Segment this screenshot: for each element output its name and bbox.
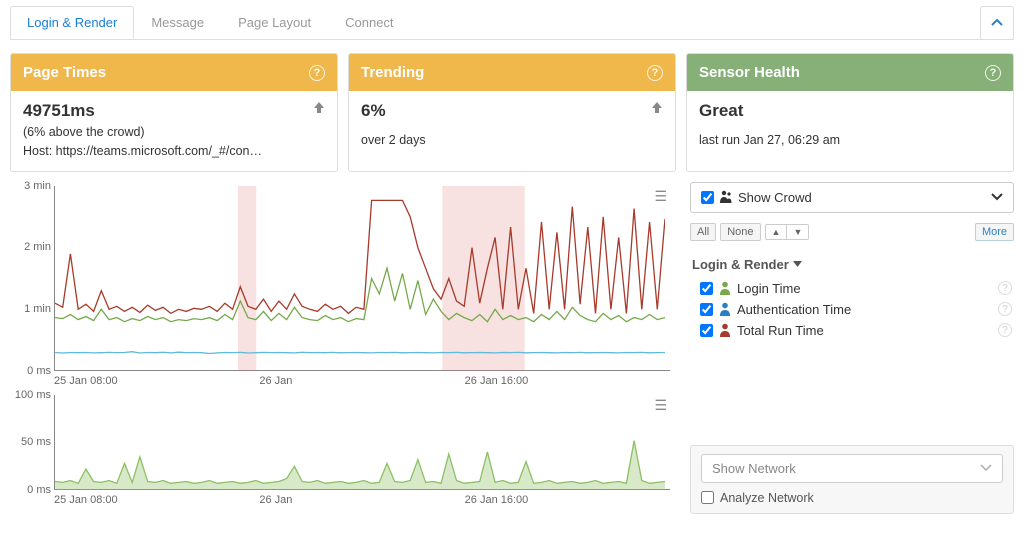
person-icon bbox=[719, 281, 731, 295]
y-tick: 0 ms bbox=[13, 365, 51, 377]
person-icon bbox=[719, 323, 731, 337]
show-crowd-select[interactable]: Show Crowd bbox=[690, 182, 1014, 213]
help-icon[interactable]: ? bbox=[309, 65, 325, 81]
tab-message[interactable]: Message bbox=[134, 6, 221, 39]
card-sensor-header: Sensor Health ? bbox=[687, 54, 1013, 91]
show-network-label: Show Network bbox=[712, 461, 796, 476]
tab-connect[interactable]: Connect bbox=[328, 6, 410, 39]
card-sensor-title: Sensor Health bbox=[699, 64, 800, 81]
chart-svg bbox=[55, 186, 665, 371]
card-sensor-body: Great last run Jan 27, 06:29 am bbox=[687, 91, 1013, 160]
card-page-times-header: Page Times ? bbox=[11, 54, 337, 91]
legend-label: Total Run Time bbox=[737, 323, 824, 338]
chart-svg bbox=[55, 395, 665, 490]
card-page-times: Page Times ? 49751ms (6% above the crowd… bbox=[10, 53, 338, 172]
trending-metric: 6% bbox=[361, 101, 663, 121]
x-tick: 26 Jan bbox=[259, 375, 464, 387]
tab-underline bbox=[10, 39, 1014, 40]
chart: 0 ms1 min2 min3 min☰ bbox=[54, 186, 670, 371]
page-times-host: Host: https://teams.microsoft.com/_#/con… bbox=[23, 142, 325, 161]
analyze-network-label: Analyze Network bbox=[720, 491, 814, 505]
chevron-down-icon bbox=[991, 193, 1003, 201]
more-button[interactable]: More bbox=[975, 223, 1014, 241]
card-trending-title: Trending bbox=[361, 64, 424, 81]
page-times-crowd: (6% above the crowd) bbox=[23, 123, 325, 142]
charts-column: 0 ms1 min2 min3 min☰25 Jan 08:0026 Jan26… bbox=[10, 182, 680, 514]
tabs: Login & Render Message Page Layout Conne… bbox=[10, 6, 411, 40]
help-icon[interactable]: ? bbox=[985, 65, 1001, 81]
x-tick: 26 Jan 16:00 bbox=[465, 375, 670, 387]
chart-main-wrap: 0 ms1 min2 min3 min☰ 25 Jan 08:0026 Jan26… bbox=[10, 186, 680, 387]
filter-none-button[interactable]: None bbox=[720, 223, 760, 241]
top-bar: Login & Render Message Page Layout Conne… bbox=[0, 0, 1024, 40]
legend-checkbox[interactable] bbox=[700, 303, 713, 316]
tab-page-layout[interactable]: Page Layout bbox=[221, 6, 328, 39]
card-page-times-body: 49751ms (6% above the crowd) Host: https… bbox=[11, 91, 337, 171]
y-tick: 1 min bbox=[13, 303, 51, 315]
arrow-up-icon[interactable] bbox=[651, 101, 663, 116]
legend-item[interactable]: Total Run Time? bbox=[690, 320, 1014, 341]
person-icon bbox=[719, 302, 731, 316]
legend-checkbox[interactable] bbox=[700, 324, 713, 337]
nav-arrows: ▲ ▼ bbox=[765, 224, 810, 240]
legend-panel: Login & Render Login Time?Authentication… bbox=[690, 251, 1014, 341]
chart-network-wrap: 0 ms50 ms100 ms☰ 25 Jan 08:0026 Jan26 Jan… bbox=[10, 395, 680, 506]
x-tick: 25 Jan 08:00 bbox=[54, 375, 259, 387]
legend-group-label: Login & Render bbox=[692, 257, 789, 272]
sensor-metric: Great bbox=[699, 101, 1001, 121]
sensor-lastrun: last run Jan 27, 06:29 am bbox=[699, 131, 1001, 150]
y-tick: 50 ms bbox=[13, 436, 51, 448]
card-page-times-title: Page Times bbox=[23, 64, 106, 81]
y-tick: 2 min bbox=[13, 241, 51, 253]
nav-up-button[interactable]: ▲ bbox=[766, 225, 788, 239]
legend-item[interactable]: Authentication Time? bbox=[690, 299, 1014, 320]
chart: 0 ms50 ms100 ms☰ bbox=[54, 395, 670, 490]
legend-checkbox[interactable] bbox=[700, 282, 713, 295]
y-tick: 3 min bbox=[13, 180, 51, 192]
tab-login-render[interactable]: Login & Render bbox=[10, 6, 134, 39]
show-crowd-label: Show Crowd bbox=[738, 190, 812, 205]
chevron-up-icon bbox=[991, 19, 1003, 27]
nav-down-button[interactable]: ▼ bbox=[787, 225, 808, 239]
legend-label: Authentication Time bbox=[737, 302, 851, 317]
legend-items: Login Time?Authentication Time?Total Run… bbox=[690, 278, 1014, 341]
chart-menu-icon[interactable]: ☰ bbox=[654, 188, 666, 205]
trending-period: over 2 days bbox=[361, 131, 663, 150]
analyze-network-checkbox[interactable] bbox=[701, 491, 714, 504]
x-tick: 25 Jan 08:00 bbox=[54, 494, 259, 506]
card-trending-header: Trending ? bbox=[349, 54, 675, 91]
caret-down-icon bbox=[793, 261, 802, 267]
x-ticks: 25 Jan 08:0026 Jan26 Jan 16:00 bbox=[54, 494, 670, 506]
cards-row: Page Times ? 49751ms (6% above the crowd… bbox=[0, 41, 1024, 182]
legend-item[interactable]: Login Time? bbox=[690, 278, 1014, 299]
filter-row: All None ▲ ▼ More bbox=[690, 223, 1014, 241]
legend-label: Login Time bbox=[737, 281, 801, 296]
show-crowd-checkbox[interactable] bbox=[701, 191, 714, 204]
y-tick: 0 ms bbox=[13, 484, 51, 496]
page-times-metric: 49751ms bbox=[23, 101, 325, 121]
card-sensor-health: Sensor Health ? Great last run Jan 27, 0… bbox=[686, 53, 1014, 172]
collapse-button[interactable] bbox=[980, 6, 1014, 40]
main-row: 0 ms1 min2 min3 min☰25 Jan 08:0026 Jan26… bbox=[0, 182, 1024, 524]
help-icon[interactable]: ? bbox=[998, 323, 1012, 337]
show-network-select[interactable]: Show Network bbox=[701, 454, 1003, 483]
y-tick: 100 ms bbox=[13, 389, 51, 401]
side-column: Show Crowd All None ▲ ▼ More Login & Ren… bbox=[690, 182, 1014, 514]
crowd-icon bbox=[720, 190, 732, 204]
x-ticks: 25 Jan 08:0026 Jan26 Jan 16:00 bbox=[54, 375, 670, 387]
help-icon[interactable]: ? bbox=[998, 302, 1012, 316]
help-icon[interactable]: ? bbox=[647, 65, 663, 81]
filter-all-button[interactable]: All bbox=[690, 223, 716, 241]
x-tick: 26 Jan bbox=[259, 494, 464, 506]
chart-menu-icon[interactable]: ☰ bbox=[654, 397, 666, 414]
arrow-up-icon[interactable] bbox=[313, 101, 325, 116]
card-trending-body: 6% over 2 days bbox=[349, 91, 675, 160]
help-icon[interactable]: ? bbox=[998, 281, 1012, 295]
x-tick: 26 Jan 16:00 bbox=[465, 494, 670, 506]
analyze-network-row[interactable]: Analyze Network bbox=[701, 491, 1003, 505]
network-panel: Show Network Analyze Network bbox=[690, 445, 1014, 514]
legend-group-title[interactable]: Login & Render bbox=[692, 257, 1012, 272]
card-trending: Trending ? 6% over 2 days bbox=[348, 53, 676, 172]
chevron-down-icon bbox=[980, 464, 992, 472]
